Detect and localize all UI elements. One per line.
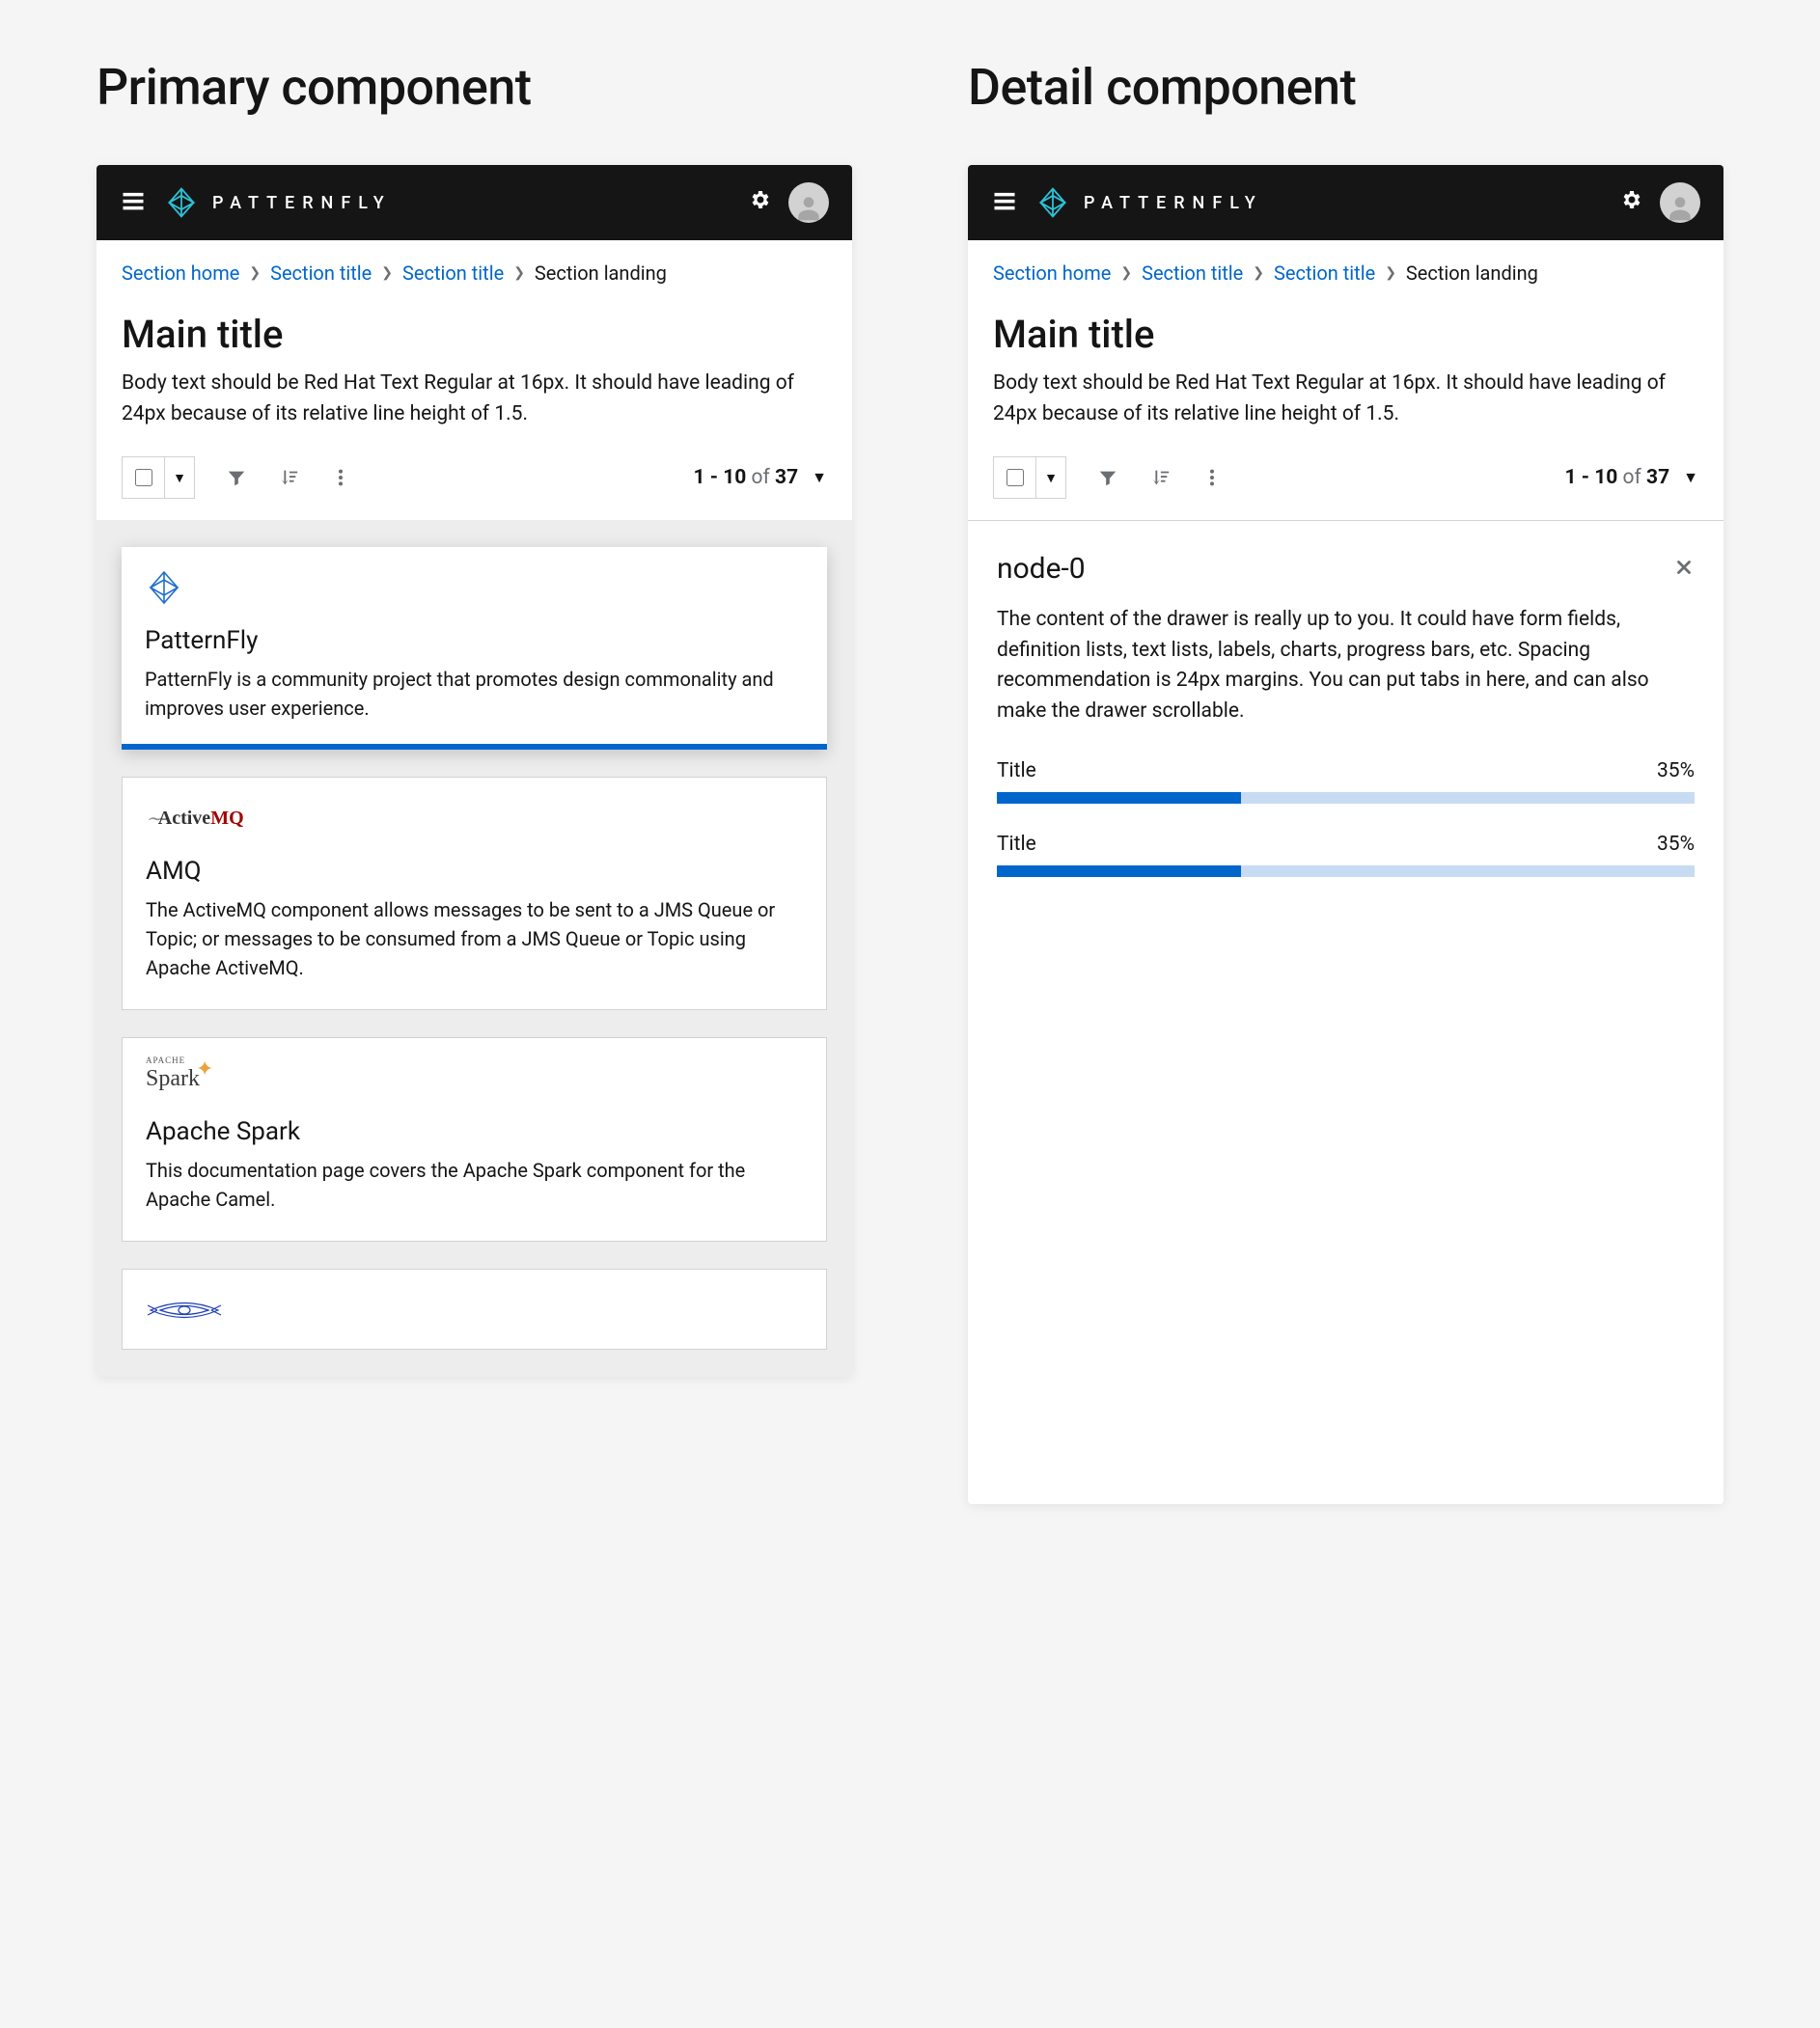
progress-bar [997, 792, 1695, 804]
progress-fill [997, 792, 1241, 804]
brand-text: PATTERNFLY [1084, 193, 1263, 213]
progress-label: Title [997, 759, 1036, 782]
chevron-right-icon: ❯ [1120, 265, 1132, 281]
progress-value: 35% [1657, 759, 1695, 782]
kebab-menu-icon[interactable] [1201, 467, 1223, 488]
card-description: PatternFly is a community project that p… [145, 665, 804, 723]
chevron-right-icon: ❯ [513, 265, 525, 281]
detail-frame: PATTERNFLY Section home ❯ Section title … [968, 165, 1723, 1504]
card-item[interactable] [122, 1269, 827, 1350]
hamburger-menu-icon[interactable] [991, 187, 1018, 219]
breadcrumb-link[interactable]: Section title [1142, 261, 1243, 285]
user-avatar[interactable] [1660, 182, 1700, 223]
card-title: Apache Spark [146, 1117, 803, 1146]
drawer-panel: node-0 The content of the drawer is real… [968, 520, 1723, 1504]
toolbar: ▼ 1 - 10 of 37 ▼ [97, 456, 852, 520]
progress-fill [997, 865, 1241, 877]
card-list: PatternFly PatternFly is a community pro… [97, 520, 852, 1377]
activemq-logo-icon: ∼ActiveMQ [146, 801, 803, 836]
pagination-total: 37 [1646, 466, 1669, 489]
caret-down-icon[interactable]: ▼ [165, 470, 194, 486]
page-title: Main title [993, 312, 1698, 357]
caret-down-icon[interactable]: ▼ [812, 468, 827, 487]
card-title: AMQ [146, 857, 803, 886]
card-description: The ActiveMQ component allows messages t… [146, 895, 803, 982]
pagination-total: 37 [775, 466, 798, 489]
drawer-body-text: The content of the drawer is really up t… [997, 605, 1695, 726]
patternfly-logo-icon [145, 570, 804, 605]
filter-icon[interactable] [226, 467, 247, 488]
bulk-select-checkbox[interactable] [1007, 469, 1024, 486]
chevron-right-icon: ❯ [381, 265, 393, 281]
breadcrumb-link[interactable]: Section home [122, 261, 239, 285]
breadcrumb-current: Section landing [1406, 261, 1538, 285]
progress-item: Title 35% [997, 833, 1695, 877]
filter-icon[interactable] [1097, 467, 1118, 488]
card-item-selected[interactable]: PatternFly PatternFly is a community pro… [122, 547, 827, 750]
apache-avro-logo-icon [146, 1293, 803, 1328]
settings-gear-icon[interactable] [748, 188, 771, 217]
caret-down-icon[interactable]: ▼ [1683, 468, 1698, 487]
apache-spark-logo-icon: APACHE Spark✦ [146, 1061, 803, 1096]
bulk-select[interactable]: ▼ [122, 456, 195, 499]
pagination-range-end: 10 [1594, 466, 1617, 489]
pagination[interactable]: 1 - 10 of 37 ▼ [1564, 466, 1698, 489]
card-item[interactable]: APACHE Spark✦ Apache Spark This document… [122, 1037, 827, 1242]
breadcrumb-link[interactable]: Section title [1274, 261, 1375, 285]
kebab-menu-icon[interactable] [330, 467, 351, 488]
page-title: Main title [122, 312, 827, 357]
breadcrumb-link[interactable]: Section home [993, 261, 1111, 285]
column-heading-detail: Detail component [968, 58, 1723, 117]
breadcrumb-link[interactable]: Section title [270, 261, 372, 285]
brand-logo[interactable]: PATTERNFLY [164, 185, 392, 220]
masthead: PATTERNFLY [97, 165, 852, 240]
user-avatar[interactable] [788, 182, 829, 223]
column-heading-primary: Primary component [97, 58, 852, 117]
sort-icon[interactable] [278, 467, 299, 488]
breadcrumb-link[interactable]: Section title [402, 261, 504, 285]
breadcrumb-current: Section landing [535, 261, 667, 285]
pagination[interactable]: 1 - 10 of 37 ▼ [693, 466, 827, 489]
breadcrumb: Section home ❯ Section title ❯ Section t… [122, 261, 827, 285]
card-item[interactable]: ∼ActiveMQ AMQ The ActiveMQ component all… [122, 777, 827, 1010]
page-body-text: Body text should be Red Hat Text Regular… [122, 369, 827, 429]
brand-text: PATTERNFLY [212, 193, 392, 213]
close-icon[interactable] [1673, 557, 1695, 582]
masthead: PATTERNFLY [968, 165, 1723, 240]
bulk-select-checkbox[interactable] [135, 469, 152, 486]
toolbar: ▼ 1 - 10 of 37 ▼ [968, 456, 1723, 520]
card-description: This documentation page covers the Apach… [146, 1156, 803, 1214]
page-body-text: Body text should be Red Hat Text Regular… [993, 369, 1698, 429]
pagination-range-start: 1 [1564, 466, 1576, 489]
hamburger-menu-icon[interactable] [120, 187, 147, 219]
card-title: PatternFly [145, 626, 804, 655]
caret-down-icon[interactable]: ▼ [1036, 470, 1065, 486]
breadcrumb: Section home ❯ Section title ❯ Section t… [993, 261, 1698, 285]
progress-value: 35% [1657, 833, 1695, 856]
pagination-range-start: 1 [693, 466, 704, 489]
progress-label: Title [997, 833, 1036, 856]
progress-bar [997, 865, 1695, 877]
chevron-right-icon: ❯ [1385, 265, 1396, 281]
chevron-right-icon: ❯ [1253, 265, 1264, 281]
bulk-select[interactable]: ▼ [993, 456, 1066, 499]
pagination-range-end: 10 [723, 466, 746, 489]
sort-icon[interactable] [1149, 467, 1171, 488]
progress-item: Title 35% [997, 759, 1695, 804]
settings-gear-icon[interactable] [1619, 188, 1642, 217]
drawer-title: node-0 [997, 552, 1086, 586]
brand-logo[interactable]: PATTERNFLY [1035, 185, 1263, 220]
primary-frame: PATTERNFLY Section home ❯ Section title … [97, 165, 852, 1377]
chevron-right-icon: ❯ [249, 265, 261, 281]
